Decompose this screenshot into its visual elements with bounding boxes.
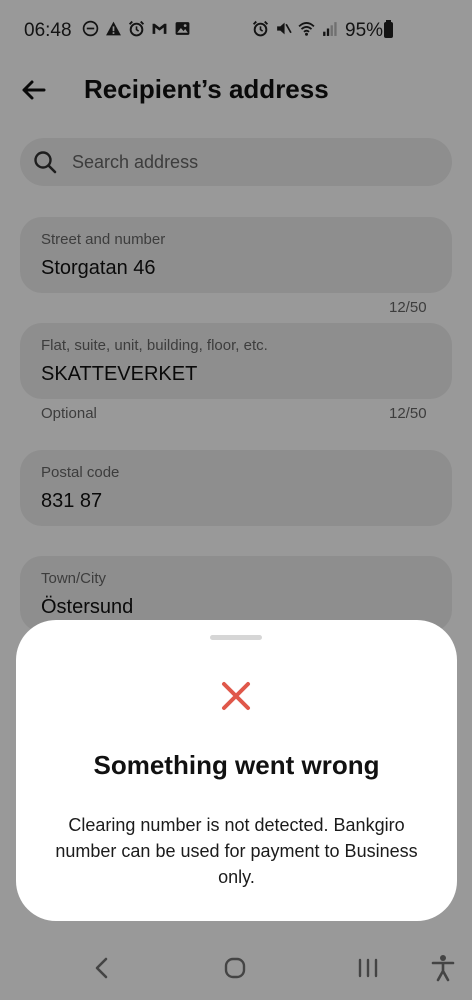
back-nav-button[interactable]: [86, 952, 118, 984]
screen: 06:48 95% Recipient’s address Search add…: [0, 0, 472, 1000]
home-nav-button[interactable]: [219, 952, 251, 984]
accessibility-button[interactable]: [427, 952, 459, 984]
system-nav-bar: [0, 938, 472, 1000]
back-nav-icon: [95, 957, 108, 979]
accessibility-icon: [431, 955, 455, 982]
recents-nav-icon: [358, 958, 378, 978]
error-message: Clearing number is not detected. Bankgir…: [55, 815, 418, 887]
recents-nav-button[interactable]: [352, 952, 384, 984]
error-bottom-sheet: Something went wrong Clearing number is …: [16, 620, 457, 921]
home-nav-icon: [224, 957, 246, 979]
error-title: Something went wrong: [93, 750, 380, 780]
close-icon: [218, 678, 254, 714]
sheet-drag-handle[interactable]: [210, 635, 262, 640]
